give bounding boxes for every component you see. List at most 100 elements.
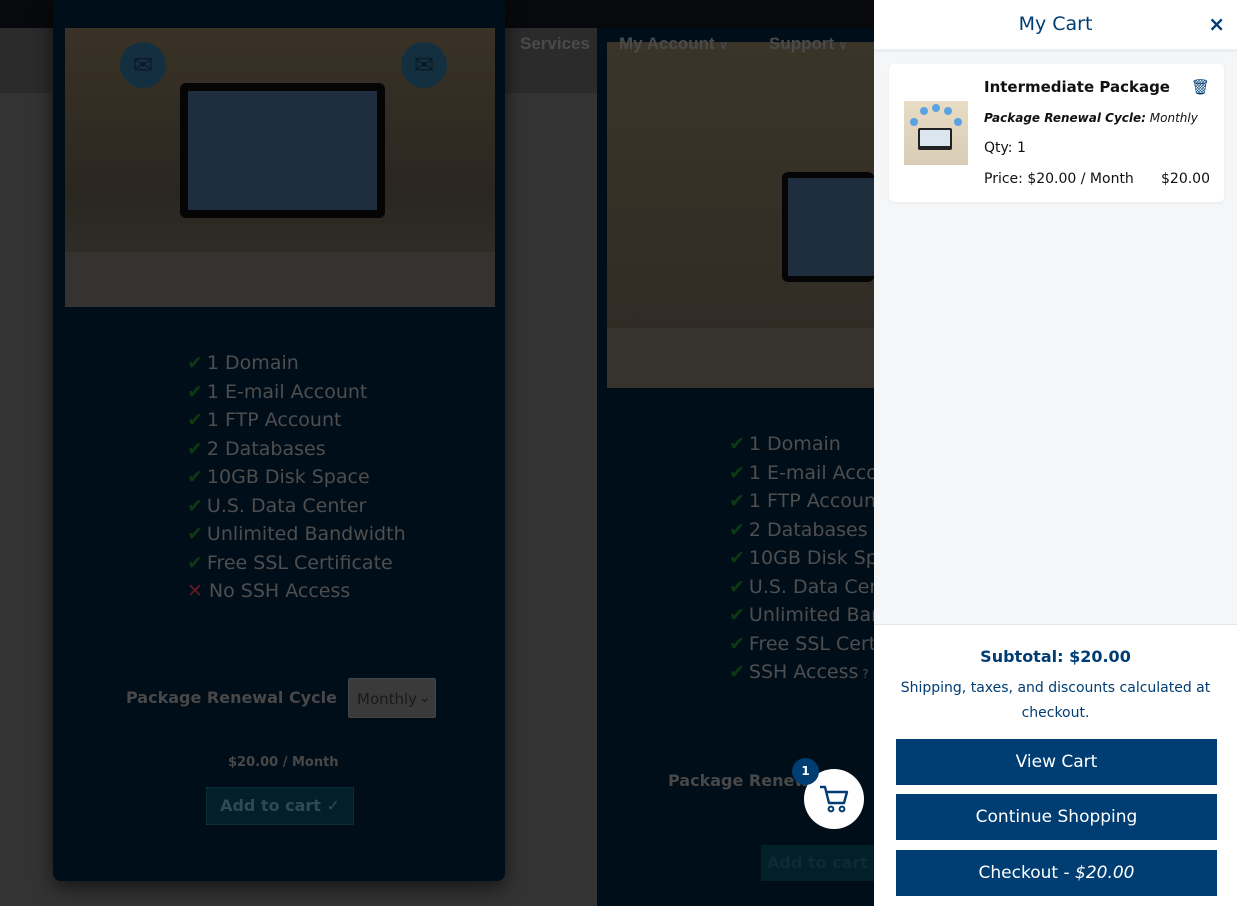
feature-item: ✔ Free SSL Certi — [729, 630, 890, 659]
nav-label: Support — [769, 34, 835, 53]
nav-services[interactable]: Services — [520, 34, 590, 54]
cycle-value: Monthly — [1149, 111, 1198, 125]
package-image-1: ✉ ✉ — [65, 28, 495, 307]
check-icon: ✔ — [187, 466, 203, 488]
feature-item: ✔ U.S. Data Center — [187, 492, 406, 521]
feature-item: ✔ 2 Databases — [187, 435, 406, 464]
renewal-label: Package Renewal Cycle — [126, 688, 337, 707]
select-value: Monthly — [357, 690, 418, 708]
cart-item: Intermediate Package 🗑 Package Renewal C… — [889, 64, 1224, 202]
check-icon: ✔ — [187, 551, 203, 574]
check-icon: ✔ — [729, 604, 745, 626]
cart-header: My Cart × — [874, 0, 1237, 52]
cart-item-qty: Qty: 1 — [984, 140, 1026, 156]
feature-text: Unlimited Ban — [748, 604, 884, 626]
check-icon: ✔ — [187, 352, 203, 374]
feature-text: SSH Access — [748, 661, 859, 683]
checkout-total: $20.00 — [1075, 863, 1135, 883]
mail-icon: ✉ — [120, 42, 166, 88]
feature-text: 2 Databases — [206, 437, 326, 460]
feature-item: ✔ 1 Domain — [729, 430, 890, 459]
feature-text: 1 Domain — [206, 352, 299, 374]
nav-support[interactable]: Support ∨ — [769, 34, 847, 54]
nav-my-account[interactable]: My Account ∨ — [619, 34, 728, 54]
feature-text: Free SSL Certi — [748, 632, 882, 655]
feature-text: Unlimited Bandwidth — [206, 523, 406, 545]
feature-item: ✔ 1 E-mail Acco — [729, 459, 890, 488]
feature-text: 1 Domain — [748, 433, 841, 455]
feature-item: ✔ 1 FTP Account — [187, 406, 406, 435]
add-to-cart-button[interactable]: Add to cart ✓ — [206, 787, 354, 825]
cart-drawer: My Cart × Intermediate Package 🗑 Package… — [874, 0, 1237, 906]
check-icon: ✔ — [187, 494, 203, 517]
feature-item: ✔ 2 Databases — [729, 516, 890, 545]
feature-text: 1 FTP Account — [748, 490, 884, 512]
check-icon: ✔ — [729, 518, 745, 541]
package-price: $20.00 / Month — [228, 755, 339, 770]
check-icon: ✔ — [187, 380, 203, 403]
checkout-label: Checkout — [978, 863, 1059, 883]
cart-note: Shipping, taxes, and discounts calculate… — [900, 680, 1211, 721]
feature-item: ✔ 1 FTP Account — [729, 487, 890, 516]
check-icon: ✓ — [326, 796, 340, 815]
button-label: Add to cart — [220, 796, 321, 815]
chevron-down-icon: ⌄ — [418, 688, 431, 706]
feature-text: 1 E-mail Acco — [748, 461, 878, 484]
feature-item: ✔ Free SSL Certificate — [187, 549, 406, 578]
feature-item: ✔ 1 E-mail Account — [187, 378, 406, 407]
check-icon: ✔ — [729, 661, 745, 683]
feature-list-2: ✔ 1 Domain ✔ 1 E-mail Acco ✔ 1 FTP Account ✔ 2 … — [729, 430, 890, 689]
check-icon: ✔ — [187, 437, 203, 460]
feature-text: 1 FTP Account — [206, 409, 342, 431]
check-icon: ✔ — [729, 632, 745, 655]
mail-icon: ✉ — [401, 42, 447, 88]
check-icon: ✔ — [187, 523, 203, 545]
cart-footer: Subtotal: $20.00 Shipping, taxes, and di… — [874, 624, 1237, 906]
checkout-button[interactable]: Checkout - $20.00 — [896, 850, 1217, 896]
feature-text: U.S. Data Center — [206, 494, 367, 517]
feature-item: ✔ U.S. Data Cent — [729, 573, 890, 602]
feature-text: No SSH Access — [208, 580, 351, 602]
cross-icon: ✕ — [187, 580, 203, 602]
close-icon[interactable]: × — [1208, 12, 1225, 36]
check-icon: ✔ — [729, 575, 745, 598]
cart-count-badge: 1 — [792, 758, 819, 785]
cart-item-thumbnail — [904, 101, 968, 165]
package-image-2 — [607, 42, 874, 388]
cycle-label: Package Renewal Cycle: — [984, 111, 1146, 125]
feature-item: ✔ 10GB Disk Spa — [729, 544, 890, 573]
check-icon: ✔ — [729, 433, 745, 455]
check-icon: ✔ — [729, 490, 745, 512]
feature-item: ✔ SSH Access ? — [729, 658, 890, 689]
cart-title: My Cart — [1018, 13, 1093, 35]
cart-subtotal: Subtotal: $20.00 — [980, 647, 1131, 666]
check-icon: ✔ — [729, 547, 745, 569]
view-cart-button[interactable]: View Cart — [896, 739, 1217, 785]
check-icon: ✔ — [729, 461, 745, 484]
feature-text: 10GB Disk Spa — [748, 547, 890, 569]
feature-text: 2 Databases — [748, 518, 868, 541]
cart-item-cycle: Package Renewal Cycle: Monthly — [984, 111, 1198, 125]
feature-text: 10GB Disk Space — [206, 466, 370, 488]
chevron-down-icon: ∨ — [719, 40, 728, 52]
add-to-cart-button[interactable]: Add to cart — [761, 845, 874, 881]
feature-item: ✔ 1 Domain — [187, 349, 406, 378]
trash-icon[interactable]: 🗑 — [1191, 78, 1210, 96]
chevron-down-icon: ∨ — [838, 40, 847, 52]
feature-item: ✔ Unlimited Bandwidth — [187, 520, 406, 549]
cart-item-name: Intermediate Package — [984, 78, 1170, 96]
feature-item: ✔ Unlimited Ban — [729, 601, 890, 630]
feature-item: ✕ No SSH Access — [187, 577, 406, 606]
cart-icon — [820, 785, 849, 813]
feature-item: ✔ 10GB Disk Space — [187, 463, 406, 492]
cart-item-price: Price: $20.00 / Month — [984, 171, 1134, 187]
feature-text: U.S. Data Cent — [748, 575, 889, 598]
feature-list-1: ✔ 1 Domain ✔ 1 E-mail Account ✔ 1 FTP Account… — [187, 349, 406, 606]
continue-shopping-button[interactable]: Continue Shopping — [896, 794, 1217, 840]
feature-text: 1 E-mail Account — [206, 380, 368, 403]
nav-label: My Account — [619, 34, 715, 53]
renewal-select[interactable]: Monthly ⌄ — [348, 678, 436, 718]
feature-text: Free SSL Certificate — [206, 551, 393, 574]
check-icon: ✔ — [187, 409, 203, 431]
help-icon[interactable]: ? — [858, 667, 868, 681]
